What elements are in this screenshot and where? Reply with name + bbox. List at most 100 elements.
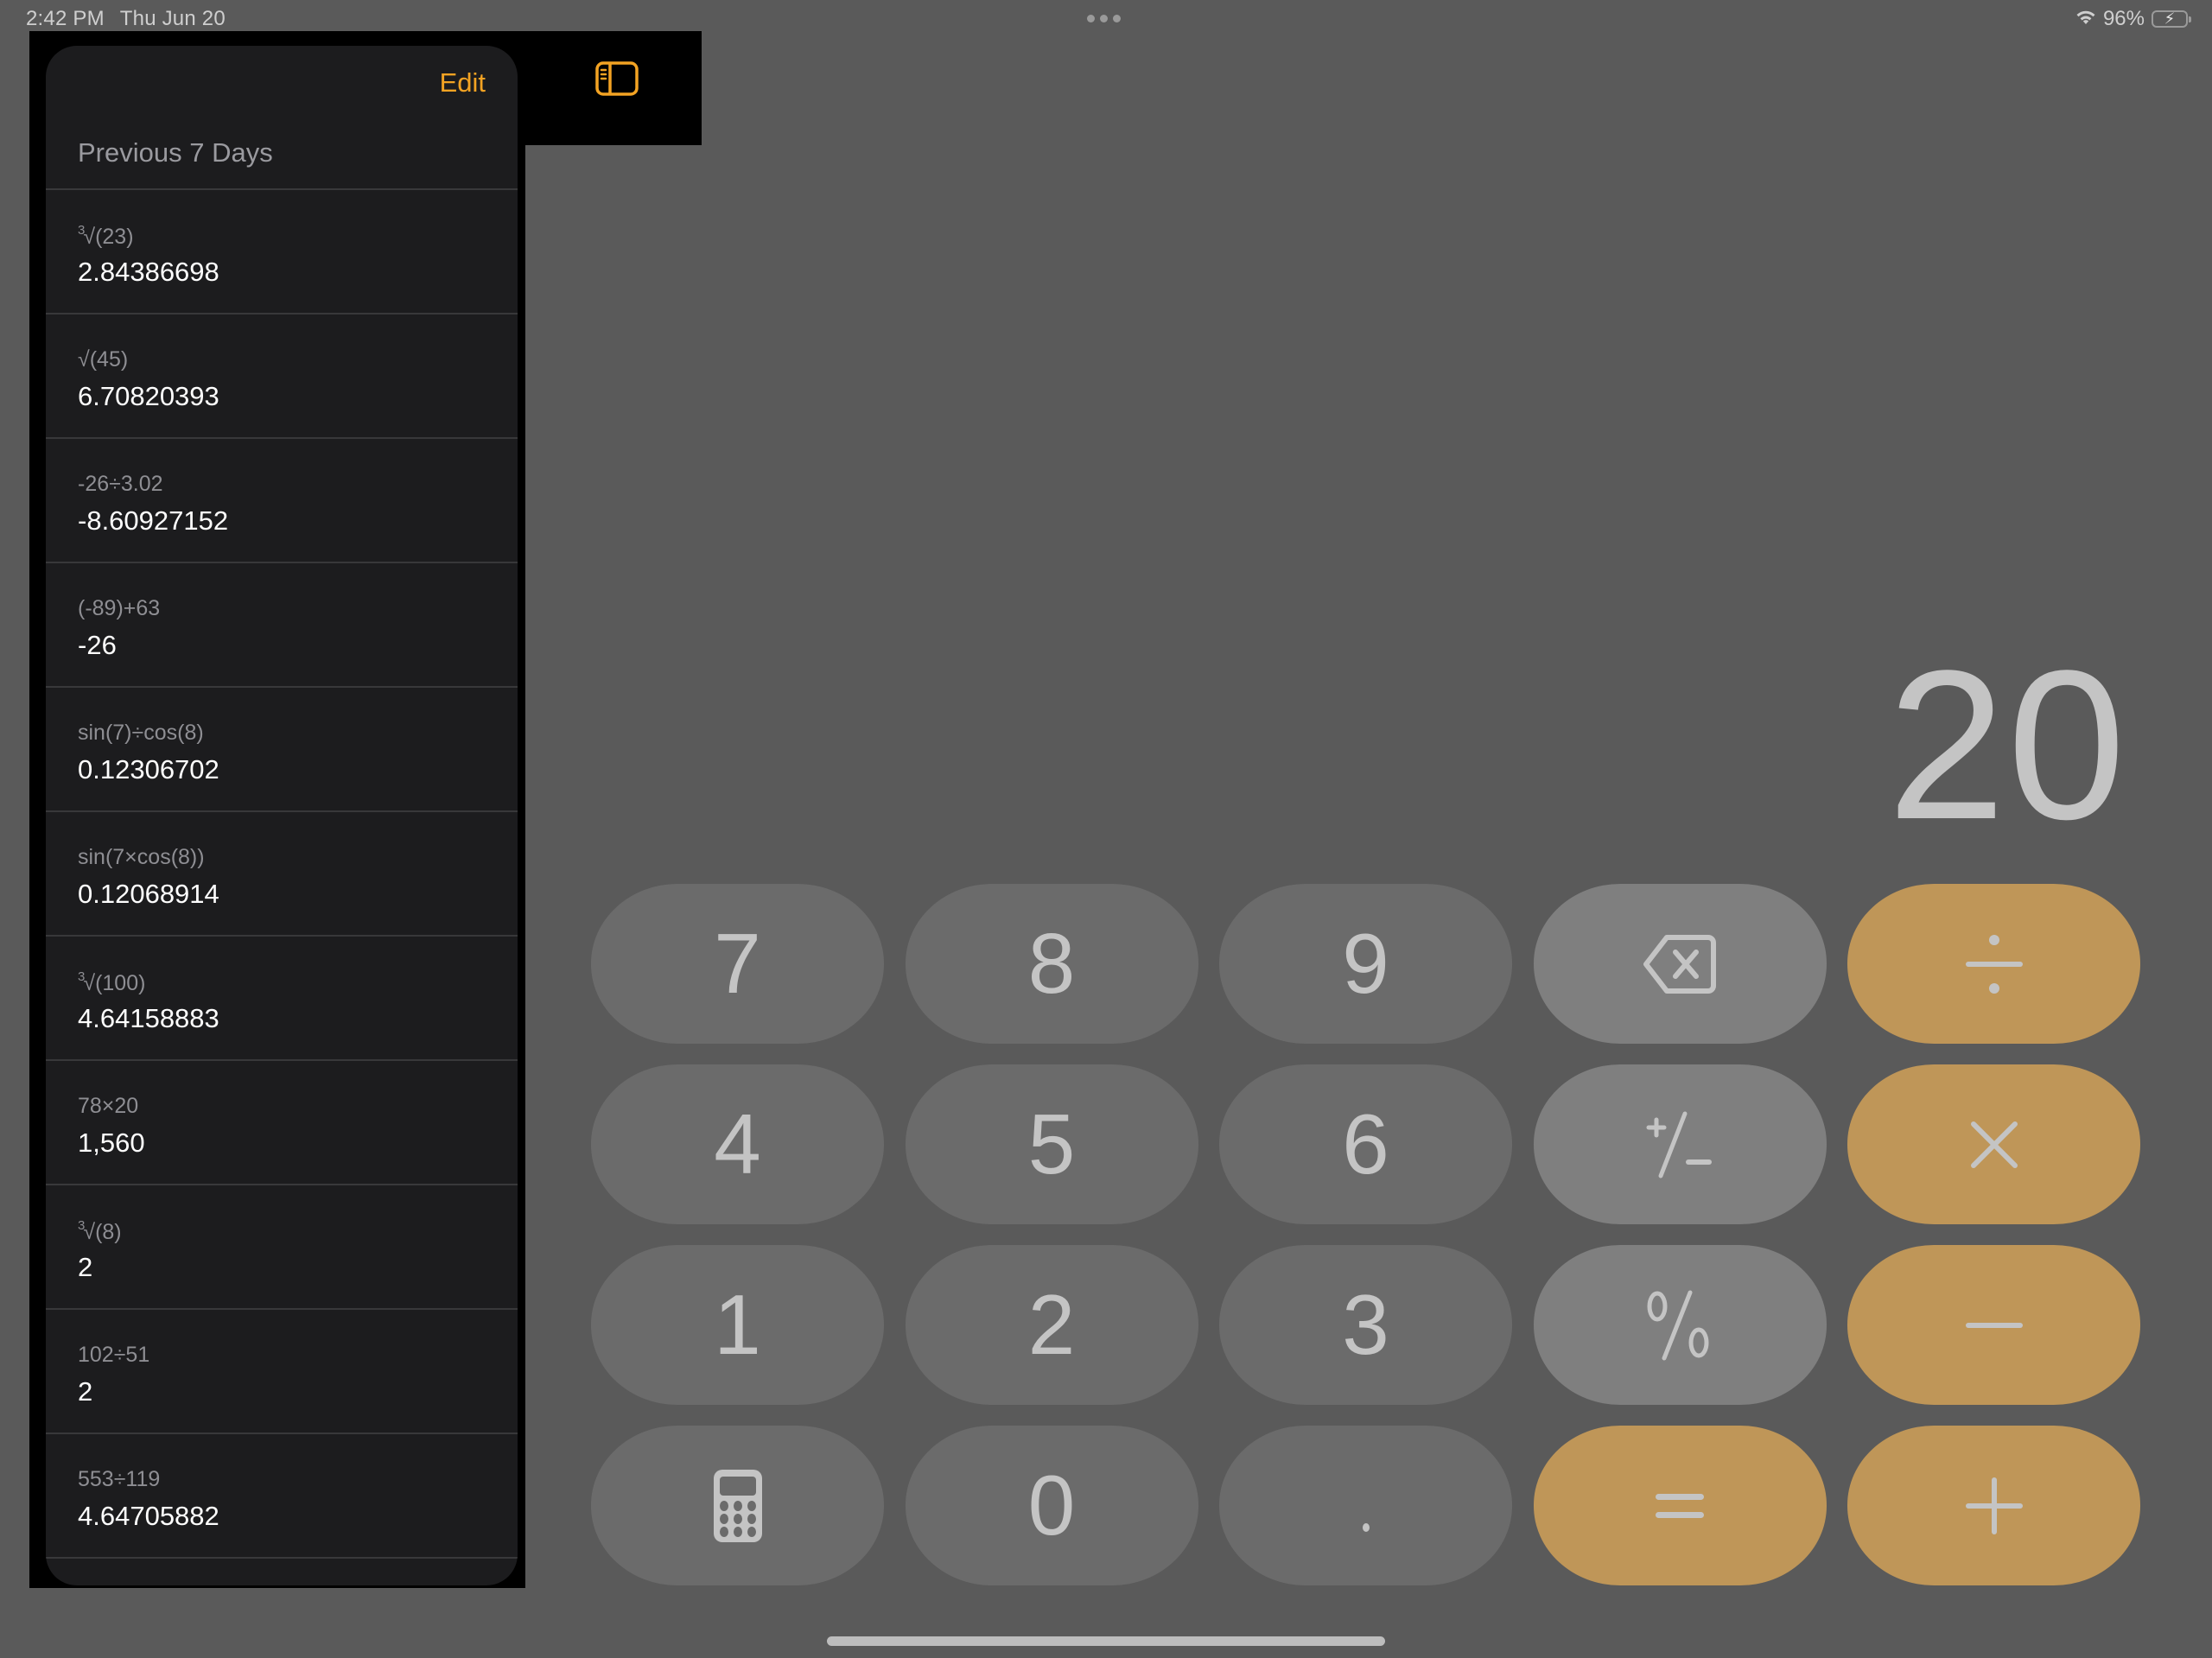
bolt-icon: ⚡ (2164, 10, 2176, 28)
battery-percent: 96% (2102, 7, 2145, 30)
plus-minus-key[interactable] (1533, 1064, 1827, 1224)
key-label: 2 (1027, 1277, 1076, 1372)
history-result: 1,560 (78, 1128, 145, 1158)
key-label: 1 (714, 1277, 761, 1372)
expression-text: sin(7)÷cos(8) (78, 721, 204, 745)
key-3[interactable]: 3 (1219, 1245, 1512, 1405)
history-result: 2.84386698 (78, 257, 219, 287)
expression-text: (-89)+63 (78, 596, 161, 620)
sidebar-toggle-button[interactable] (593, 60, 641, 100)
edit-button[interactable]: Edit (440, 67, 486, 98)
plus-minus-icon (1645, 1110, 1714, 1179)
expression-text: √(8) (83, 1220, 122, 1244)
equals-key[interactable] (1533, 1426, 1827, 1585)
history-result: 2 (78, 1252, 93, 1282)
battery-charging-icon: ⚡ (2152, 10, 2191, 28)
section-title: Previous 7 Days (78, 137, 273, 168)
key-label: 6 (1342, 1096, 1389, 1191)
divide-icon (1964, 930, 2024, 999)
expression-text: sin(7×cos(8)) (78, 845, 205, 869)
history-item[interactable]: √(45) 6.70820393 (46, 314, 518, 439)
key-label: 0 (1027, 1458, 1076, 1553)
history-item[interactable]: 78×20 1,560 (46, 1061, 518, 1185)
key-label: 7 (714, 916, 761, 1011)
status-bar-left: 2:42 PM Thu Jun 20 (26, 7, 226, 31)
minus-icon (1964, 1321, 2024, 1330)
history-item[interactable]: 102÷51 2 (46, 1310, 518, 1434)
percent-icon (1645, 1289, 1714, 1362)
key-label: 5 (1027, 1096, 1076, 1191)
sidebar-left-icon (595, 60, 639, 100)
multiply-key[interactable] (1847, 1064, 2140, 1224)
key-4[interactable]: 4 (591, 1064, 884, 1224)
expression-text: 102÷51 (78, 1343, 150, 1367)
history-item[interactable]: sin(7)÷cos(8) 0.12306702 (46, 688, 518, 812)
key-8[interactable]: 8 (905, 884, 1198, 1044)
history-expression: sin(7×cos(8)) (78, 845, 205, 870)
history-item[interactable]: sin(7×cos(8)) 0.12068914 (46, 812, 518, 937)
history-expression: 3√(23) (78, 223, 134, 250)
history-result: -26 (78, 630, 117, 660)
percent-key[interactable] (1533, 1245, 1827, 1405)
history-result: -8.60927152 (78, 505, 229, 536)
key-5[interactable]: 5 (905, 1064, 1198, 1224)
history-expression: 553÷119 (78, 1467, 160, 1492)
history-expression: sin(7)÷cos(8) (78, 721, 204, 746)
calculator-icon (713, 1469, 762, 1542)
key-0[interactable]: 0 (905, 1426, 1198, 1585)
status-time: 2:42 PM (26, 7, 105, 30)
keypad: 7 8 9 4 5 6 1 2 3 0 (591, 884, 2140, 1585)
plus-icon (1964, 1476, 2024, 1536)
status-bar-right: 96% ⚡ (2075, 7, 2191, 31)
multitasking-menu-icon[interactable] (1087, 15, 1121, 22)
result-display: 20 (1887, 626, 2127, 864)
history-expression: 102÷51 (78, 1343, 149, 1368)
calculator-mode-key[interactable] (591, 1426, 884, 1585)
key-9[interactable]: 9 (1219, 884, 1512, 1044)
dot (1113, 15, 1121, 22)
key-1[interactable]: 1 (591, 1245, 884, 1405)
history-result: 0.12306702 (78, 754, 219, 785)
expression-text: √(100) (83, 971, 146, 995)
history-expression: -26÷3.02 (78, 472, 163, 497)
key-label: 9 (1342, 916, 1389, 1011)
key-2[interactable]: 2 (905, 1245, 1198, 1405)
history-item[interactable]: -26÷3.02 -8.60927152 (46, 439, 518, 563)
history-result: 4.64705882 (78, 1501, 219, 1531)
history-result: 6.70820393 (78, 381, 219, 411)
minus-key[interactable] (1847, 1245, 2140, 1405)
key-label: 4 (714, 1096, 761, 1191)
status-date: Thu Jun 20 (119, 7, 226, 30)
expression-text: 553÷119 (78, 1467, 161, 1491)
dot (1087, 15, 1095, 22)
key-7[interactable]: 7 (591, 884, 884, 1044)
history-item[interactable]: 3√(100) 4.64158883 (46, 937, 518, 1061)
expression-text: 78×20 (78, 1094, 139, 1118)
key-label: 3 (1342, 1277, 1389, 1372)
history-result: 0.12068914 (78, 879, 219, 909)
history-result: 2 (78, 1376, 93, 1407)
history-expression: 3√(100) (78, 969, 145, 996)
history-list: 3√(23) 2.84386698 √(45) 6.70820393 -26÷3.02-… (46, 188, 518, 1559)
expression-text: √(45) (78, 347, 129, 372)
divide-key[interactable] (1847, 884, 2140, 1044)
history-item[interactable]: (-89)+63 -26 (46, 563, 518, 688)
expression-text: √(23) (83, 225, 134, 249)
history-item[interactable]: 3√(8) 2 (46, 1185, 518, 1310)
history-item[interactable]: 3√(23) 2.84386698 (46, 190, 518, 314)
history-item[interactable]: 553÷119 4.64705882 (46, 1434, 518, 1559)
wifi-icon (2075, 7, 2096, 31)
equals-icon (1654, 1489, 1706, 1523)
home-indicator[interactable] (827, 1636, 1385, 1646)
decimal-key[interactable] (1219, 1426, 1512, 1585)
history-expression: √(45) (78, 347, 128, 372)
plus-key[interactable] (1847, 1426, 2140, 1585)
decimal-point-icon (1357, 1476, 1375, 1536)
backspace-icon (1641, 932, 1719, 996)
history-panel: Edit Previous 7 Days 3√(23) 2.84386698 √(4… (46, 46, 518, 1585)
multiply-icon (1968, 1119, 2020, 1171)
key-6[interactable]: 6 (1219, 1064, 1512, 1224)
backspace-key[interactable] (1533, 884, 1827, 1044)
history-expression: (-89)+63 (78, 596, 160, 621)
history-expression: 78×20 (78, 1094, 138, 1119)
